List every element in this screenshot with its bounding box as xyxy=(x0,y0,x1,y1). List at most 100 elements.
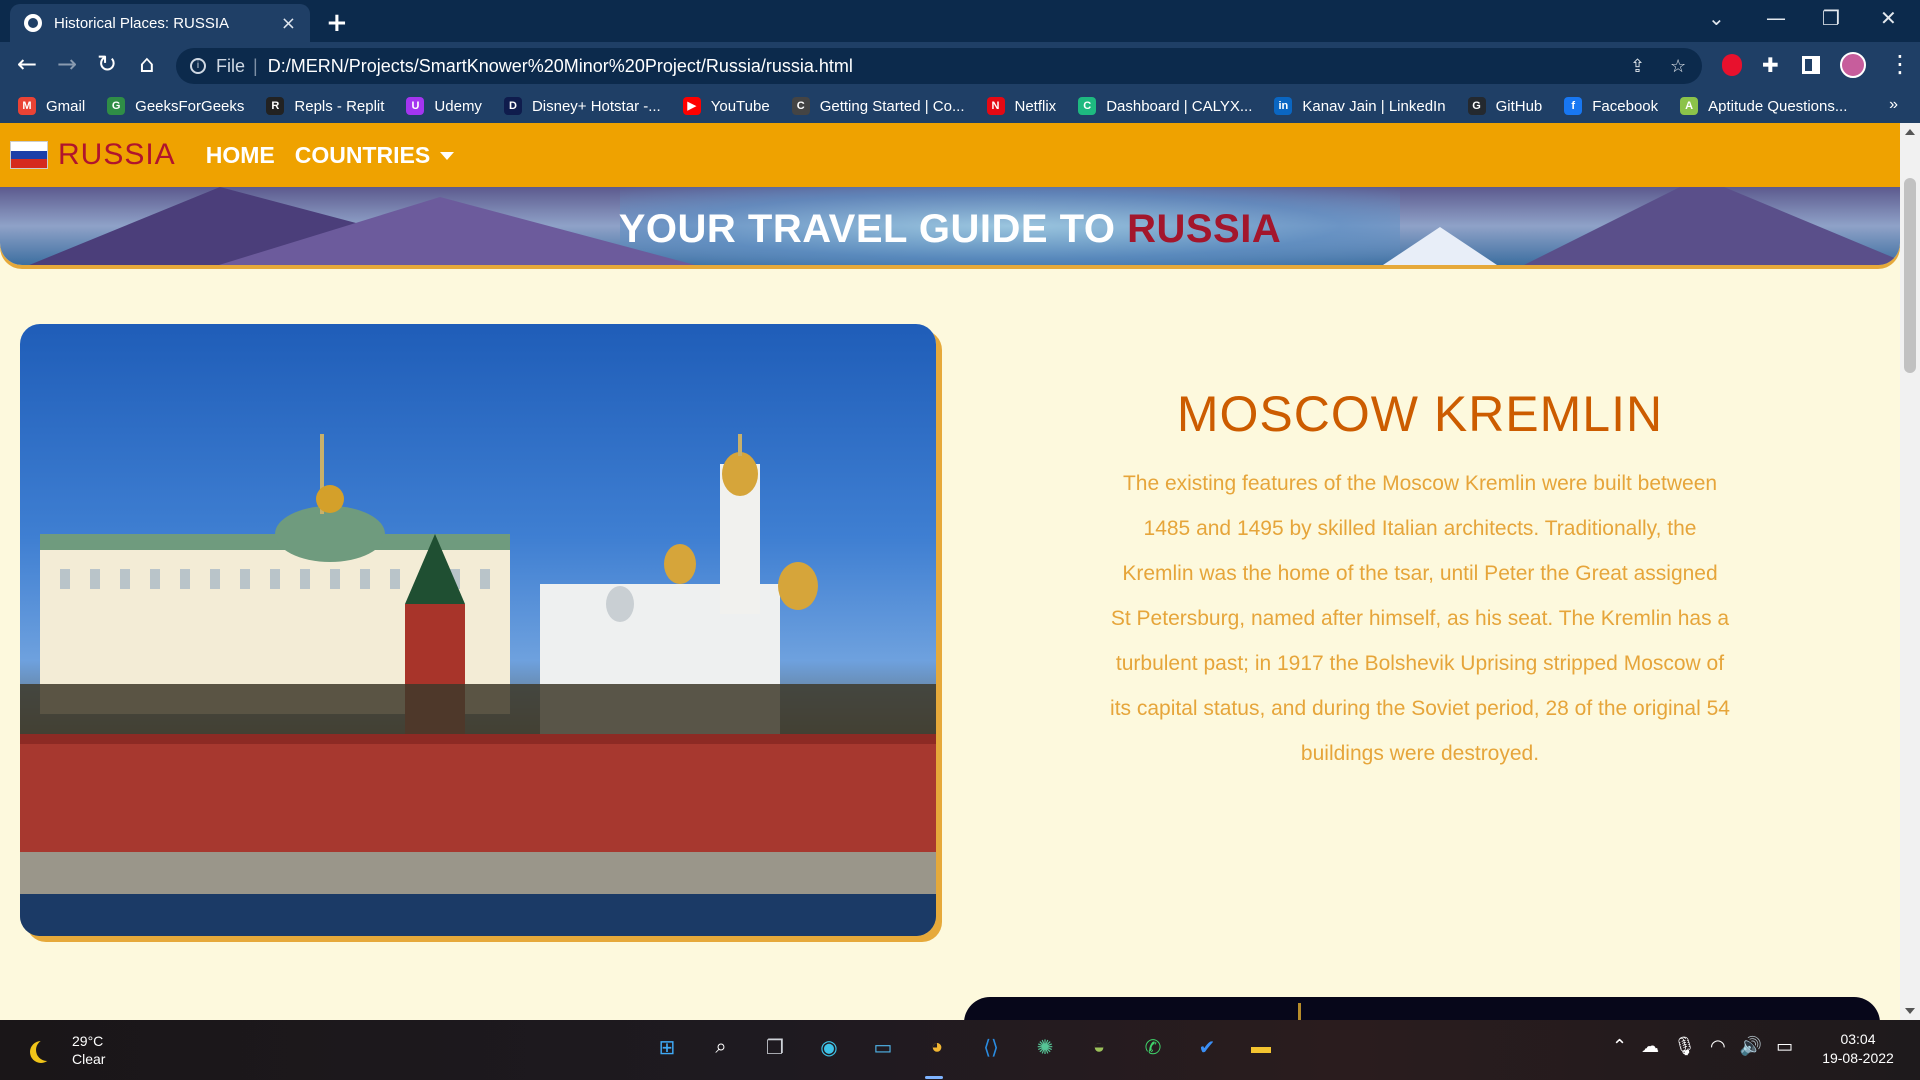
edge-icon[interactable]: ◉ xyxy=(812,1030,846,1064)
weather-widget[interactable]: 29°C Clear xyxy=(28,1032,105,1068)
bookmark-item[interactable]: M Gmail xyxy=(18,97,85,115)
weather-temperature: 29°C xyxy=(72,1033,104,1049)
calyx-icon: C xyxy=(1078,97,1097,115)
bookmark-item[interactable]: C Dashboard | CALYX... xyxy=(1078,97,1252,115)
windows-taskbar: 29°C Clear ⊞ ⌕ ❐ ◉ ▭ ◕ ⟨⟩ ✺ ◒ ✆ ✔ ▬ ⌃ ☁ … xyxy=(0,1020,1920,1080)
taskbar-apps: ⊞ ⌕ ❐ ◉ ▭ ◕ ⟨⟩ ✺ ◒ ✆ ✔ ▬ xyxy=(640,1030,1288,1064)
bookmark-label: Aptitude Questions... xyxy=(1708,97,1848,115)
bookmark-item[interactable]: ▶ YouTube xyxy=(682,97,770,115)
atom-icon[interactable]: ✺ xyxy=(1028,1030,1062,1064)
close-tab-icon[interactable]: × xyxy=(281,13,296,34)
hero-heading-prefix: YOUR TRAVEL GUIDE TO xyxy=(618,207,1116,251)
onedrive-icon[interactable]: ☁ xyxy=(1641,1036,1659,1057)
aptitude-icon: A xyxy=(1680,97,1699,115)
bookmark-item[interactable]: U Udemy xyxy=(406,97,482,115)
youtube-icon: ▶ xyxy=(682,97,701,115)
url-scheme-label: File xyxy=(216,55,246,76)
bookmark-item[interactable]: C Getting Started | Co... xyxy=(791,97,965,115)
bookmark-item[interactable]: G GeeksForGeeks xyxy=(107,97,244,115)
kremlin-photo xyxy=(20,324,936,936)
bookmark-item[interactable]: in Kanav Jain | LinkedIn xyxy=(1274,97,1446,115)
menu-kebab-icon[interactable]: ⋮ xyxy=(1888,50,1912,78)
bookmarks-overflow-icon[interactable]: » xyxy=(1889,96,1898,114)
caret-down-icon xyxy=(440,152,455,161)
weather-condition: Clear xyxy=(72,1051,106,1067)
scroll-down-icon[interactable] xyxy=(1905,1008,1915,1014)
back-icon[interactable]: ← xyxy=(12,50,42,78)
windows-start-icon[interactable]: ⊞ xyxy=(650,1030,684,1064)
tab-title: Historical Places: RUSSIA xyxy=(54,14,230,32)
chrome-icon[interactable]: ◕ xyxy=(920,1030,954,1064)
site-brand[interactable]: RUSSIA xyxy=(58,138,176,172)
address-bar[interactable]: i File | D:/MERN/Projects/SmartKnower%20… xyxy=(176,48,1702,84)
extensions-puzzle-icon[interactable]: ✚ xyxy=(1762,53,1779,77)
whatsapp-icon[interactable]: ✆ xyxy=(1136,1030,1170,1064)
wifi-icon[interactable]: ◠ xyxy=(1710,1036,1726,1057)
gmail-icon: M xyxy=(18,97,36,115)
file-explorer-icon[interactable]: ▬ xyxy=(1244,1030,1278,1064)
bookmark-label: Disney+ Hotstar -... xyxy=(531,97,661,115)
restore-icon[interactable]: ❐ xyxy=(1822,6,1840,30)
bookmark-item[interactable]: N Netflix xyxy=(986,97,1057,115)
vscode-icon[interactable]: ⟨⟩ xyxy=(974,1030,1008,1064)
bookmark-label: YouTube xyxy=(710,97,770,115)
bookmark-label: Gmail xyxy=(46,97,86,115)
reload-icon[interactable]: ↻ xyxy=(92,50,122,78)
hero-banner: YOUR TRAVEL GUIDE TO RUSSIA xyxy=(0,187,1900,265)
close-window-icon[interactable]: ✕ xyxy=(1880,6,1897,30)
url-text[interactable]: D:/MERN/Projects/SmartKnower%20Minor%20P… xyxy=(268,56,853,77)
todo-icon[interactable]: ✔ xyxy=(1190,1030,1224,1064)
forward-icon[interactable]: → xyxy=(52,50,82,78)
bookmark-label: GitHub xyxy=(1495,97,1543,115)
russia-flag-icon xyxy=(10,141,48,169)
task-view-icon[interactable]: ❐ xyxy=(758,1030,792,1064)
extension-icon[interactable] xyxy=(1722,54,1742,76)
battery-icon[interactable]: ▭ xyxy=(1776,1036,1793,1057)
page-scrollbar[interactable] xyxy=(1900,123,1920,1020)
chevron-up-icon[interactable]: ⌃ xyxy=(1612,1036,1627,1057)
bookmark-item[interactable]: D Disney+ Hotstar -... xyxy=(503,97,661,115)
scroll-up-icon[interactable] xyxy=(1905,129,1915,135)
linkedin-icon: in xyxy=(1274,97,1293,115)
active-app-indicator xyxy=(925,1076,943,1079)
bookmark-item[interactable]: A Aptitude Questions... xyxy=(1680,97,1847,115)
geeksforgeeks-icon: G xyxy=(107,97,126,115)
bookmark-label: Udemy xyxy=(434,97,482,115)
info-icon[interactable]: i xyxy=(190,58,206,74)
hero-heading: YOUR TRAVEL GUIDE TO RUSSIA xyxy=(0,207,1900,252)
volume-icon[interactable]: 🔊 xyxy=(1740,1036,1762,1057)
browser-toolbar: ← → ↻ ⌂ i File | D:/MERN/Projects/SmartK… xyxy=(0,42,1920,89)
facebook-icon: f xyxy=(1564,97,1583,115)
nav-home-link[interactable]: HOME xyxy=(206,142,275,169)
browser-tab[interactable]: Historical Places: RUSSIA × xyxy=(10,4,310,42)
next-card-light xyxy=(1298,1003,1301,1020)
bookmark-label: Kanav Jain | LinkedIn xyxy=(1302,97,1446,115)
side-panel-icon[interactable] xyxy=(1802,56,1820,74)
desktop-icon[interactable]: ▭ xyxy=(866,1030,900,1064)
app-icon[interactable]: ◒ xyxy=(1082,1030,1116,1064)
clock-date: 19-08-2022 xyxy=(1822,1050,1894,1066)
bookmark-item[interactable]: R Repls - Replit xyxy=(266,97,384,115)
tab-search-icon[interactable]: ⌄ xyxy=(1708,6,1725,30)
bookmark-item[interactable]: f Facebook xyxy=(1564,97,1658,115)
tab-strip: Historical Places: RUSSIA × + ⌄ — ❐ ✕ xyxy=(0,0,1920,42)
udemy-icon: U xyxy=(406,97,425,115)
place-title: MOSCOW KREMLIN xyxy=(1176,386,1664,442)
scrollbar-thumb[interactable] xyxy=(1904,178,1916,373)
bookmark-item[interactable]: G GitHub xyxy=(1467,97,1543,115)
bookmark-label: Netflix xyxy=(1014,97,1057,115)
microphone-icon[interactable]: 🎙 xyxy=(1673,1036,1696,1057)
place-description: The existing features of the Moscow Krem… xyxy=(1110,472,1730,765)
search-icon[interactable]: ⌕ xyxy=(704,1030,738,1064)
minimize-icon[interactable]: — xyxy=(1766,6,1786,30)
taskbar-clock[interactable]: 03:04 19-08-2022 xyxy=(1816,1030,1900,1068)
home-icon[interactable]: ⌂ xyxy=(132,50,162,78)
nav-countries-dropdown[interactable]: COUNTRIES xyxy=(295,142,455,169)
new-tab-button[interactable]: + xyxy=(326,8,348,38)
netflix-icon: N xyxy=(986,97,1005,115)
bookmark-star-icon[interactable]: ☆ xyxy=(1670,56,1686,77)
bookmark-label: Repls - Replit xyxy=(294,97,385,115)
share-icon[interactable]: ⇪ xyxy=(1630,56,1645,77)
profile-avatar[interactable] xyxy=(1840,52,1866,78)
bookmark-label: GeeksForGeeks xyxy=(135,97,245,115)
